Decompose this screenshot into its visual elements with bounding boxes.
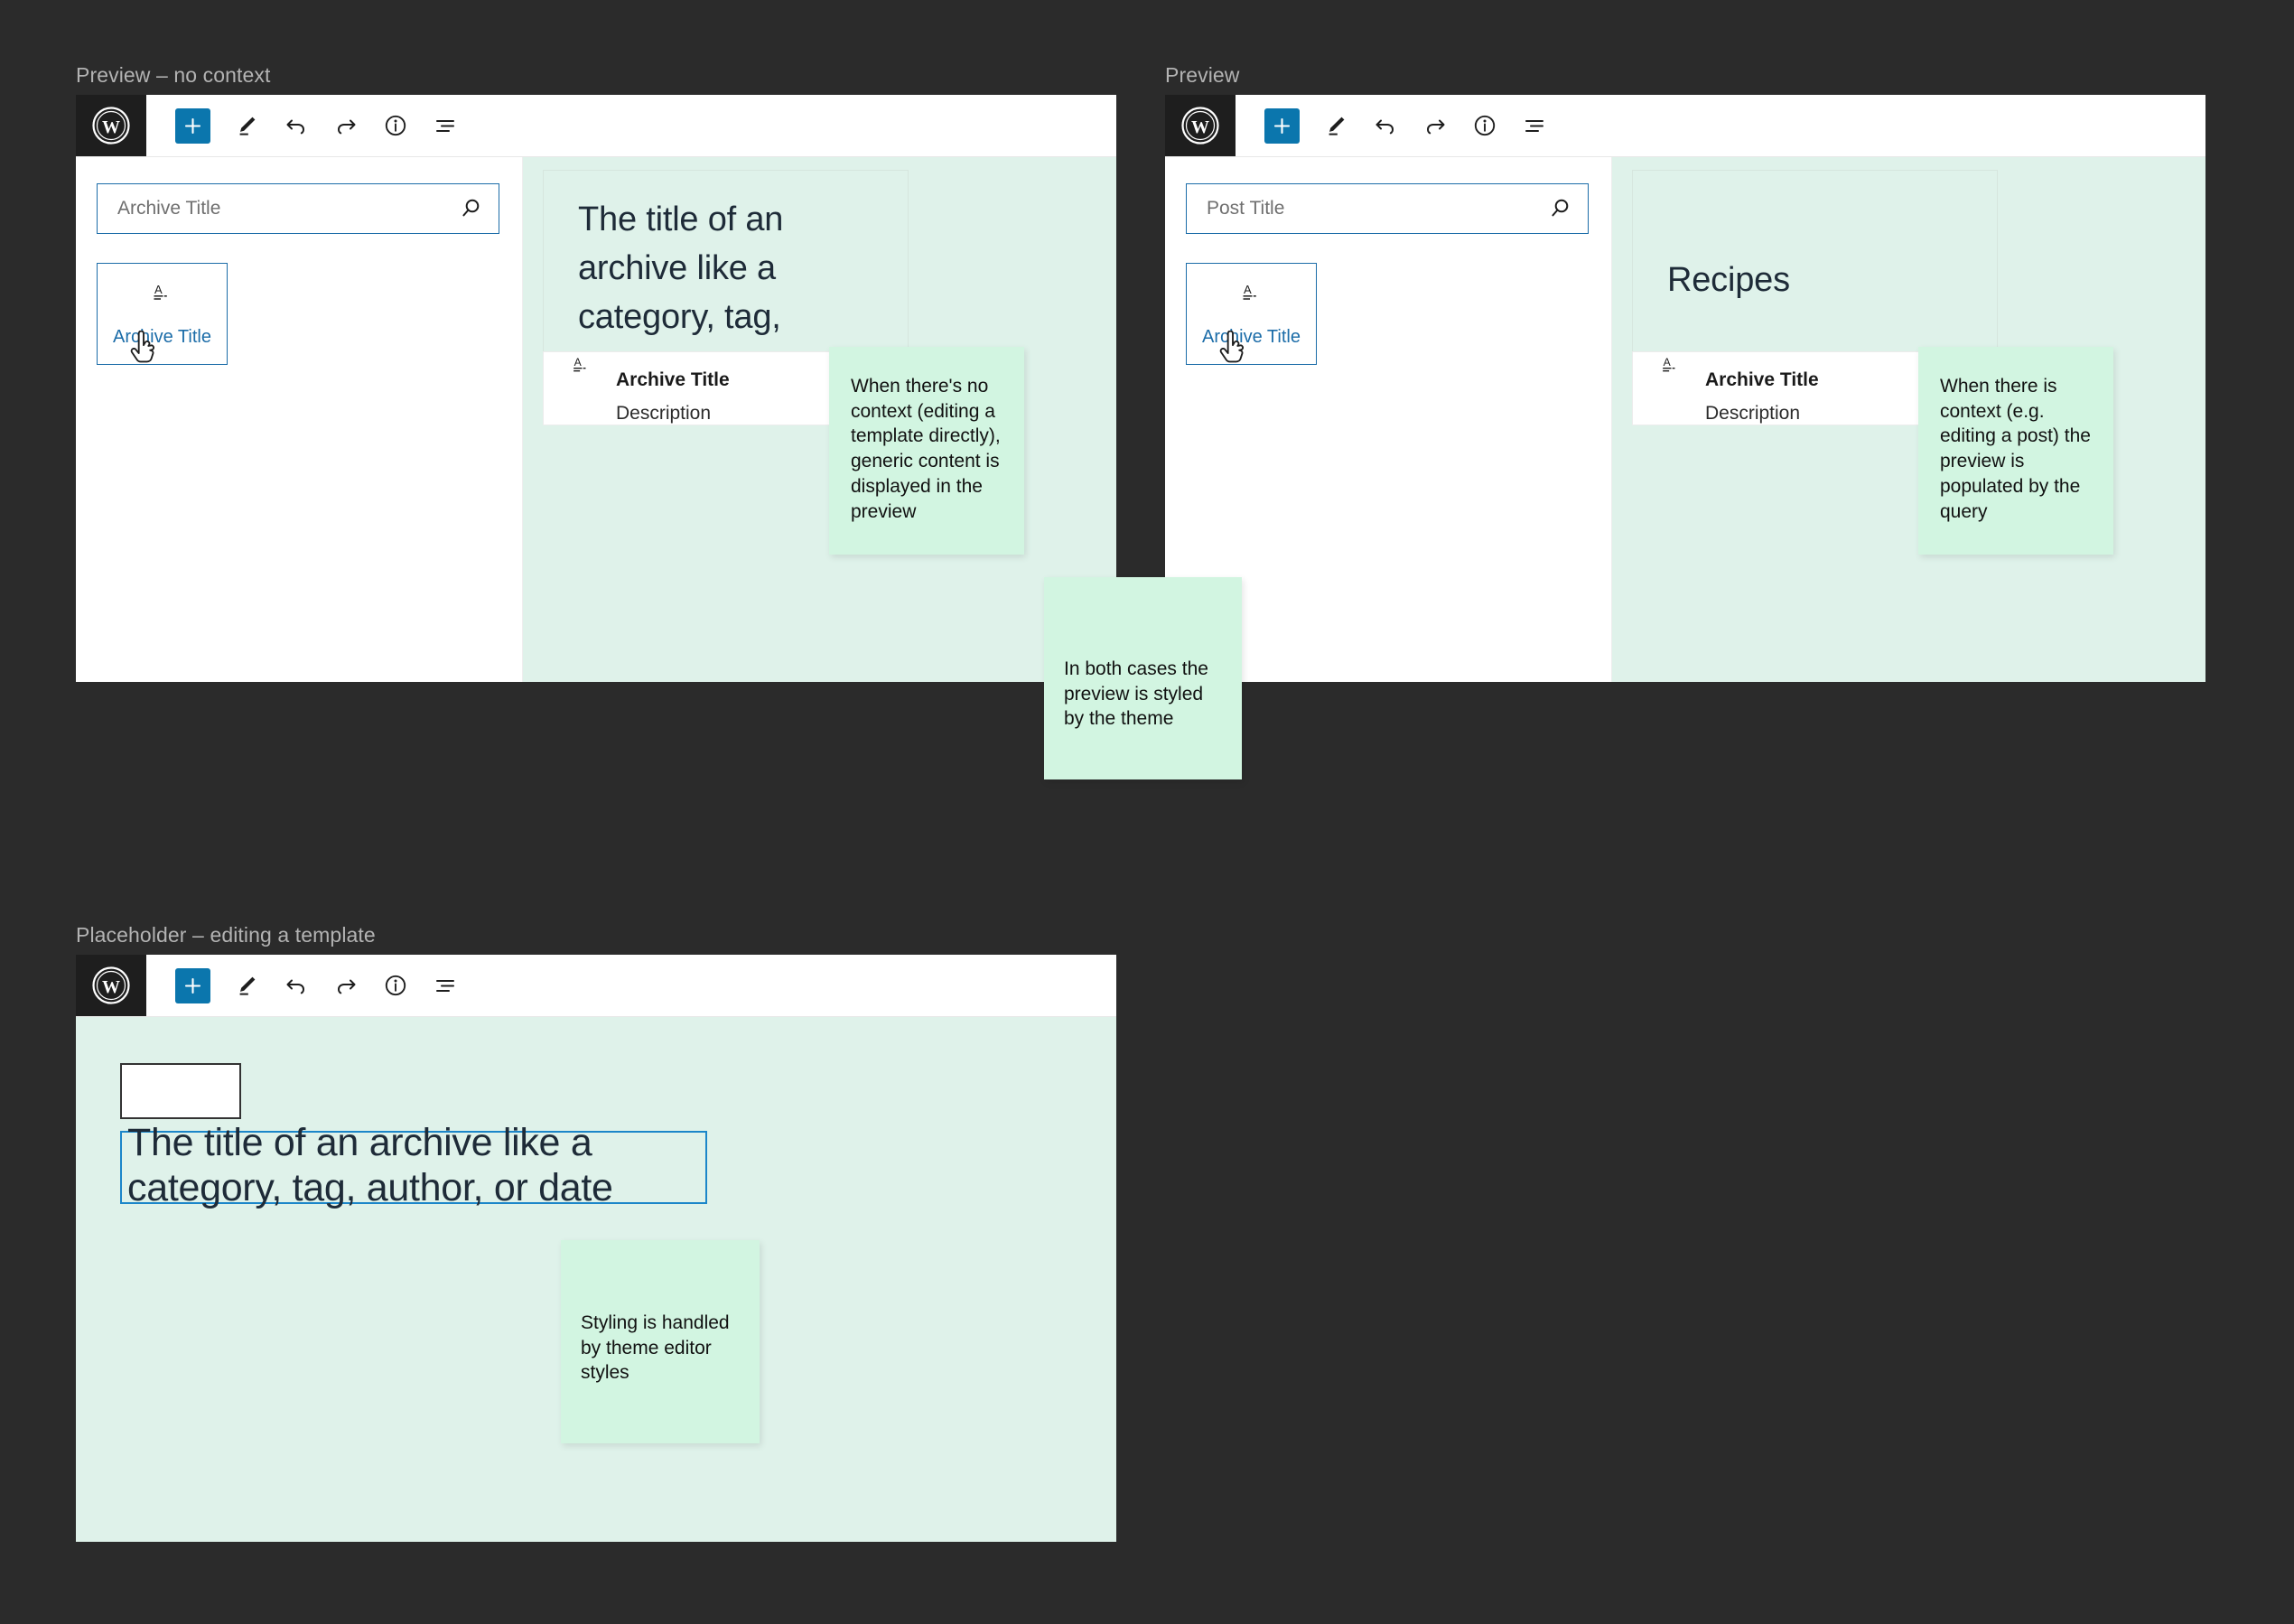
wordpress-logo-icon: W bbox=[92, 966, 130, 1004]
edit-pencil-button[interactable] bbox=[1322, 112, 1349, 139]
block-preview-pane: Recipes A Archive Title Description bbox=[1612, 157, 2205, 682]
svg-text:W: W bbox=[102, 117, 120, 137]
wordpress-logo-icon: W bbox=[92, 107, 130, 145]
undo-button[interactable] bbox=[283, 972, 310, 999]
list-view-button[interactable] bbox=[432, 972, 459, 999]
archive-title-block-icon: A bbox=[569, 354, 594, 384]
block-meta-name: Archive Title bbox=[616, 369, 730, 390]
block-meta-description: Description bbox=[1705, 403, 1801, 424]
wordpress-logo[interactable]: W bbox=[1165, 95, 1236, 156]
undo-button[interactable] bbox=[1372, 112, 1399, 139]
block-inserter-card-label: Archive Title bbox=[113, 326, 211, 347]
redo-icon bbox=[337, 979, 356, 994]
undo-icon bbox=[286, 119, 305, 135]
list-view-button[interactable] bbox=[432, 112, 459, 139]
toolbar-icon-group bbox=[1236, 95, 1548, 156]
editor-toolbar: W bbox=[1165, 95, 2205, 157]
plus-icon bbox=[184, 117, 201, 134]
details-info-button[interactable] bbox=[1471, 112, 1498, 139]
search-icon bbox=[462, 199, 480, 217]
block-preview-pane: The title of an archive like a category,… bbox=[523, 157, 1116, 682]
block-inserter-card-archive-title[interactable]: A Archive Title bbox=[1186, 263, 1317, 365]
block-search-input[interactable]: Archive Title bbox=[97, 183, 499, 234]
panel-label-placeholder-editing-template: Placeholder – editing a template bbox=[76, 923, 376, 947]
sticky-note-text: When there is context (e.g. editing a po… bbox=[1940, 376, 2091, 522]
plus-icon bbox=[1273, 117, 1291, 134]
wordpress-logo[interactable]: W bbox=[76, 955, 146, 1016]
edit-pencil-icon bbox=[239, 976, 256, 995]
redo-icon bbox=[1426, 119, 1445, 135]
svg-text:A: A bbox=[154, 283, 163, 296]
archive-title-block-editable[interactable]: The title of an archive like a category,… bbox=[120, 1121, 707, 1209]
svg-text:A: A bbox=[1244, 283, 1252, 296]
panel-label-preview: Preview bbox=[1165, 63, 1240, 87]
block-meta-name: Archive Title bbox=[1705, 369, 1819, 390]
wordpress-logo[interactable]: W bbox=[76, 95, 146, 156]
edit-pencil-button[interactable] bbox=[233, 972, 260, 999]
add-block-button[interactable] bbox=[175, 107, 210, 144]
redo-button[interactable] bbox=[332, 972, 359, 999]
add-block-button[interactable] bbox=[1264, 107, 1300, 144]
archive-title-block-text: The title of an archive like a category,… bbox=[127, 1120, 613, 1209]
toolbar-icon-group bbox=[146, 95, 459, 156]
list-view-button[interactable] bbox=[1521, 112, 1548, 139]
inserter-sidebar: Archive Title A Archive Title bbox=[76, 157, 523, 682]
search-icon bbox=[1552, 199, 1569, 217]
sticky-note-no-context: When there's no context (editing a templ… bbox=[829, 347, 1024, 555]
list-view-icon bbox=[436, 120, 454, 132]
archive-title-block-icon: A bbox=[149, 281, 176, 313]
edit-pencil-button[interactable] bbox=[233, 112, 260, 139]
archive-title-block-icon: A bbox=[1238, 281, 1265, 313]
edit-pencil-icon bbox=[239, 117, 256, 135]
svg-text:A: A bbox=[1664, 356, 1672, 369]
editor-toolbar: W bbox=[76, 95, 1116, 157]
list-view-icon bbox=[1525, 120, 1543, 132]
panel-label-preview-no-context: Preview – no context bbox=[76, 63, 271, 87]
details-info-button[interactable] bbox=[382, 972, 409, 999]
search-placeholder: Post Title bbox=[1207, 198, 1285, 219]
search-placeholder: Archive Title bbox=[117, 198, 221, 219]
svg-text:W: W bbox=[1191, 117, 1209, 137]
block-inserter-card-label: Archive Title bbox=[1202, 326, 1301, 347]
sticky-note-text: Styling is handled by theme editor style… bbox=[581, 1312, 730, 1384]
sticky-note-theme-editor-styles: Styling is handled by theme editor style… bbox=[561, 1240, 760, 1443]
archive-title-block-icon: A bbox=[1658, 354, 1683, 384]
block-inserter-card-archive-title[interactable]: A Archive Title bbox=[97, 263, 228, 365]
block-meta-description: Description bbox=[616, 403, 712, 424]
add-block-button[interactable] bbox=[175, 967, 210, 1003]
svg-text:W: W bbox=[102, 977, 120, 997]
plus-icon bbox=[184, 977, 201, 994]
details-info-button[interactable] bbox=[382, 112, 409, 139]
sticky-note-both-cases: In both cases the preview is styled by t… bbox=[1044, 577, 1242, 779]
sticky-note-text: In both cases the preview is styled by t… bbox=[1064, 658, 1208, 730]
undo-icon bbox=[286, 979, 305, 994]
sticky-note-text: When there's no context (editing a templ… bbox=[851, 376, 1001, 522]
preview-title-text: Recipes bbox=[1667, 261, 1790, 299]
edit-pencil-icon bbox=[1329, 117, 1345, 135]
info-icon bbox=[385, 115, 406, 136]
redo-icon bbox=[337, 119, 356, 135]
redo-button[interactable] bbox=[332, 112, 359, 139]
undo-icon bbox=[1375, 119, 1394, 135]
block-search-input[interactable]: Post Title bbox=[1186, 183, 1589, 234]
toolbar-icon-group bbox=[146, 955, 459, 1016]
redo-button[interactable] bbox=[1422, 112, 1449, 139]
sticky-note-with-context: When there is context (e.g. editing a po… bbox=[1918, 347, 2113, 555]
info-icon bbox=[1474, 115, 1496, 136]
svg-text:A: A bbox=[574, 356, 583, 369]
undo-button[interactable] bbox=[283, 112, 310, 139]
wordpress-logo-icon: W bbox=[1181, 107, 1219, 145]
editor-toolbar: W bbox=[76, 955, 1116, 1017]
list-view-icon bbox=[436, 980, 454, 992]
info-icon bbox=[385, 975, 406, 996]
empty-block-placeholder-box[interactable] bbox=[120, 1063, 241, 1119]
